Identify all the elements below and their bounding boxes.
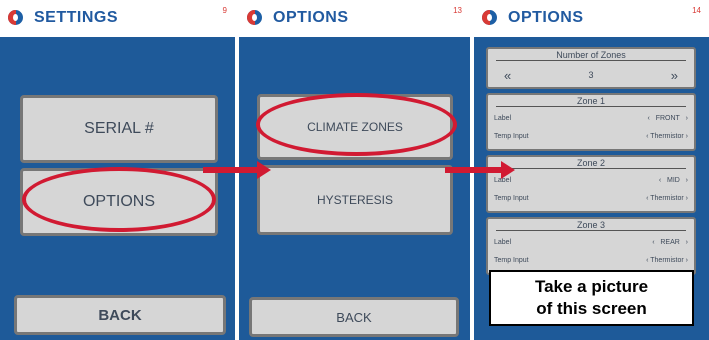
screen-body: SERIAL # OPTIONS BACK	[0, 37, 235, 340]
serial-button-label: SERIAL #	[84, 120, 154, 137]
flow-arrow-2	[445, 161, 515, 179]
page-number: 13	[453, 6, 462, 15]
number-of-zones-title: Number of Zones	[496, 50, 686, 61]
logo-icon	[482, 10, 497, 25]
label-value: ‹ FRONT ›	[647, 115, 688, 122]
back-button-label: BACK	[336, 309, 372, 325]
label-text: Label	[494, 239, 512, 246]
logo-icon	[247, 10, 262, 25]
zone-title: Zone 1	[496, 96, 686, 107]
settings-screen: SETTINGS 9 SERIAL # OPTIONS BACK	[0, 0, 235, 340]
temp-input-value: ‹ Thermistor ›	[646, 195, 688, 202]
callout-line-1: Take a picture	[534, 277, 649, 296]
back-button[interactable]: BACK	[14, 295, 226, 335]
screen-title: SETTINGS	[34, 9, 119, 26]
increment-icon[interactable]: »	[671, 68, 678, 83]
screen-body: CLIMATE ZONES HYSTERESIS BACK	[239, 37, 470, 340]
callout-line-2: of this screen	[536, 299, 647, 318]
temp-input-text: Temp Input	[494, 257, 529, 264]
back-button-label: BACK	[98, 306, 142, 324]
logo-icon	[8, 10, 23, 25]
zones-count: 3	[588, 70, 594, 80]
header: SETTINGS 9	[0, 0, 235, 37]
screen-title: OPTIONS	[508, 9, 584, 26]
temp-input-value: ‹ Thermistor ›	[646, 133, 688, 140]
callout-box: Take a picture of this screen	[489, 270, 694, 326]
hysteresis-label: HYSTERESIS	[316, 193, 394, 207]
zone-title: Zone 3	[496, 220, 686, 231]
zone-1-panel: Zone 1 Label ‹ FRONT › Temp Input ‹ Ther…	[486, 93, 696, 151]
hysteresis-button[interactable]: HYSTERESIS	[257, 165, 453, 235]
temp-input-value: ‹ Thermistor ›	[646, 257, 688, 264]
label-text: Label	[494, 115, 512, 122]
label-value: ‹ MID ›	[658, 177, 688, 184]
header: OPTIONS 13	[239, 0, 470, 37]
zone-title: Zone 2	[496, 158, 686, 169]
zone-3-panel: Zone 3 Label ‹ REAR › Temp Input ‹ Therm…	[486, 217, 696, 275]
climate-zones-label: CLIMATE ZONES	[307, 120, 403, 134]
page-number: 14	[692, 6, 701, 15]
number-of-zones-panel: Number of Zones « 3 »	[486, 47, 696, 89]
flow-arrow-1	[203, 161, 271, 179]
zone-2-panel: Zone 2 Label ‹ MID › Temp Input ‹ Thermi…	[486, 155, 696, 213]
options-button[interactable]: OPTIONS	[20, 168, 218, 236]
serial-button[interactable]: SERIAL #	[20, 95, 218, 163]
temp-input-text: Temp Input	[494, 133, 529, 140]
label-value: ‹ REAR ›	[652, 239, 688, 246]
back-button[interactable]: BACK	[249, 297, 459, 337]
page-number: 9	[222, 6, 227, 15]
temp-input-text: Temp Input	[494, 195, 529, 202]
climate-zones-button[interactable]: CLIMATE ZONES	[257, 94, 453, 160]
screen-title: OPTIONS	[273, 9, 349, 26]
header: OPTIONS 14	[474, 0, 709, 37]
options-button-label: OPTIONS	[82, 193, 155, 210]
options-screen: OPTIONS 13 CLIMATE ZONES HYSTERESIS BACK	[239, 0, 470, 340]
